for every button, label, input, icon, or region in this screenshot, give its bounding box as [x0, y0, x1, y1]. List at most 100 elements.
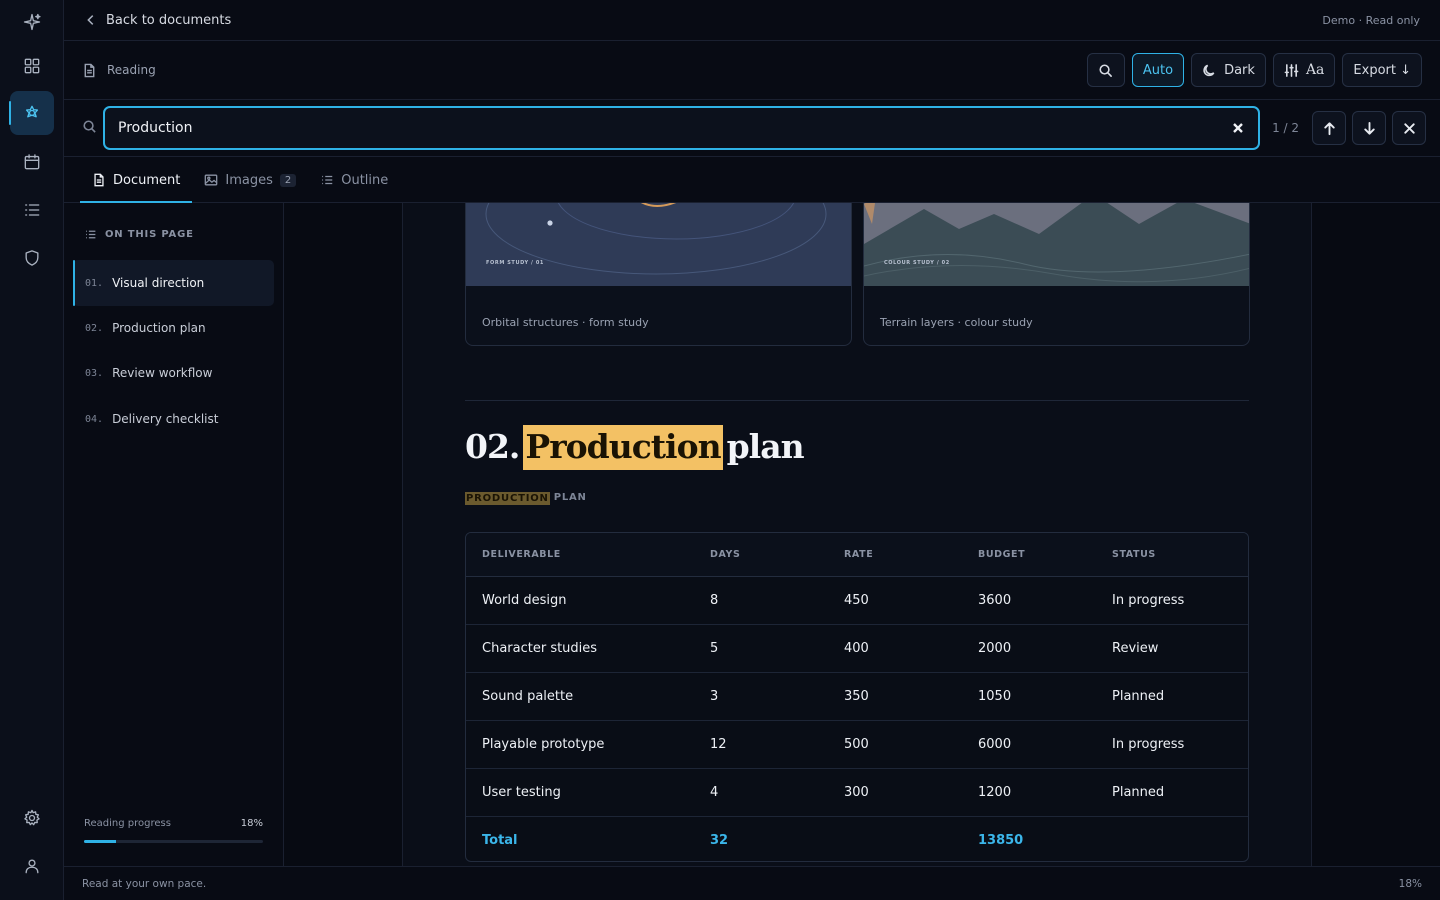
- tab-label: Images: [225, 172, 273, 188]
- table-cell: User testing: [466, 768, 694, 817]
- export-button[interactable]: Export ↓: [1342, 53, 1422, 87]
- top-bar: Back to documents Demo · Read only: [64, 0, 1440, 41]
- table-cell: Total: [482, 832, 518, 848]
- toc-item-number: 03.: [85, 367, 104, 379]
- close-icon: [1233, 123, 1243, 133]
- table-cell: 500: [828, 720, 962, 769]
- toc-heading-label: ON THIS PAGE: [105, 229, 194, 240]
- grid-icon[interactable]: [10, 44, 54, 88]
- close-find-button[interactable]: [1392, 111, 1426, 145]
- column-header: DAYS: [694, 533, 828, 577]
- reading-label: Reading: [107, 63, 156, 77]
- table-header-row: DELIVERABLE DAYS RATE BUDGET STATUS: [466, 533, 1248, 577]
- table-cell: [1096, 816, 1248, 861]
- table-cell: 4: [694, 768, 828, 817]
- dark-theme-button[interactable]: Dark: [1191, 53, 1266, 87]
- dark-label: Dark: [1224, 62, 1255, 78]
- reading-progress: Reading progress 18%: [84, 818, 263, 843]
- clear-search-button[interactable]: [1230, 120, 1246, 136]
- table-cell: 13850: [978, 832, 1024, 848]
- table-total-row: Total 32 13850: [466, 816, 1248, 861]
- user-icon[interactable]: [10, 844, 54, 888]
- toc-item-review-workflow[interactable]: 03. Review workflow: [73, 350, 274, 396]
- document-viewport[interactable]: FORM STUDY / 01 Orbital structures · for…: [284, 203, 1440, 866]
- font-label: Aa: [1305, 62, 1325, 78]
- match-count: 1 / 2: [1272, 121, 1300, 135]
- tab-outline[interactable]: Outline: [308, 157, 400, 203]
- toc-item-number: 01.: [85, 277, 104, 289]
- table-cell: 32: [710, 832, 729, 848]
- image-card-colour-study[interactable]: COLOUR STUDY / 02 Terrain layers · colou…: [863, 203, 1250, 346]
- search-highlight: Production: [523, 425, 723, 470]
- table-cell: In progress: [1096, 576, 1248, 625]
- table-cell: 5: [694, 624, 828, 673]
- find-input[interactable]: [118, 120, 1231, 136]
- column-header: STATUS: [1096, 533, 1248, 577]
- status-progress: 18%: [1398, 877, 1422, 890]
- toc-heading: ON THIS PAGE: [84, 228, 194, 241]
- production-table: DELIVERABLE DAYS RATE BUDGET STATUS Worl…: [465, 532, 1249, 862]
- toc-item-label: Delivery checklist: [112, 412, 219, 426]
- table-cell: 450: [828, 576, 962, 625]
- card-tag: COLOUR STUDY / 02: [884, 260, 950, 266]
- moon-icon: [1203, 64, 1215, 76]
- toc-item-production-plan[interactable]: 02. Production plan: [73, 305, 274, 351]
- progress-label: Reading progress: [84, 818, 171, 829]
- card-caption: Orbital structures · form study: [482, 316, 649, 329]
- table-cell: 3: [694, 672, 828, 721]
- shield-icon[interactable]: [10, 236, 54, 280]
- sparkle-icon[interactable]: [10, 0, 54, 44]
- table-row: Playable prototype 12 500 6000 In progre…: [466, 720, 1248, 769]
- back-label: Back to documents: [106, 12, 232, 28]
- flower-icon[interactable]: [9, 91, 54, 135]
- list-icon[interactable]: [10, 188, 54, 232]
- status-bar: Read at your own pace. 18%: [64, 866, 1440, 900]
- typography-settings-button[interactable]: Aa: [1272, 53, 1336, 87]
- close-icon: [1403, 122, 1415, 134]
- mode-indicator: Demo · Read only: [1322, 13, 1420, 27]
- toc-item-number: 02.: [85, 322, 104, 334]
- toc-item-label: Review workflow: [112, 366, 213, 380]
- progress-fill: [84, 840, 117, 843]
- table-cell: Sound palette: [466, 672, 694, 721]
- table-row: World design 8 450 3600 In progress: [466, 576, 1248, 625]
- gear-icon[interactable]: [10, 796, 54, 840]
- search-button[interactable]: [1086, 53, 1125, 87]
- calendar-icon[interactable]: [10, 140, 54, 184]
- table-row: User testing 4 300 1200 Planned: [466, 768, 1248, 817]
- left-rail: [0, 0, 64, 900]
- sliders-icon: [1284, 63, 1299, 77]
- column-header: BUDGET: [962, 533, 1096, 577]
- table-cell: Planned: [1096, 672, 1248, 721]
- app: Back to documents Demo · Read only Readi…: [0, 0, 1440, 900]
- table-of-contents: ON THIS PAGE 01. Visual direction 02. Pr…: [64, 203, 284, 866]
- section-eyebrow: PRODUCTION PLAN: [465, 492, 587, 505]
- back-to-documents-link[interactable]: Back to documents: [84, 13, 231, 28]
- next-match-button[interactable]: [1352, 111, 1386, 145]
- table-cell: Playable prototype: [466, 720, 694, 769]
- eyebrow-rest: PLAN: [553, 492, 587, 503]
- toc-item-delivery-checklist[interactable]: 04. Delivery checklist: [73, 396, 274, 442]
- progress-track: [84, 840, 263, 843]
- table-row: Sound palette 3 350 1050 Planned: [466, 672, 1248, 721]
- card-caption: Terrain layers · colour study: [880, 316, 1033, 329]
- table-cell: 3600: [962, 576, 1096, 625]
- auto-theme-button[interactable]: Auto: [1131, 53, 1185, 87]
- image-card-form-study[interactable]: FORM STUDY / 01 Orbital structures · for…: [465, 203, 852, 346]
- toc-item-visual-direction[interactable]: 01. Visual direction: [73, 260, 274, 306]
- find-box: [103, 106, 1261, 150]
- form-study-image: FORM STUDY / 01: [466, 203, 851, 286]
- previous-match-button[interactable]: [1312, 111, 1346, 145]
- tab-label: Outline: [341, 172, 389, 188]
- arrow-down-icon: [1363, 121, 1375, 135]
- tab-label: Document: [113, 172, 181, 188]
- view-tabs: Document Images 2 Outline: [64, 157, 1440, 203]
- toc-item-label: Visual direction: [112, 276, 205, 290]
- tab-document[interactable]: Document: [80, 157, 193, 203]
- section-number: 02.: [465, 427, 520, 466]
- tab-images[interactable]: Images 2: [192, 157, 308, 203]
- list-icon: [322, 175, 333, 185]
- table-cell: World design: [466, 576, 694, 625]
- list-icon: [86, 230, 96, 239]
- toc-item-label: Production plan: [112, 321, 206, 335]
